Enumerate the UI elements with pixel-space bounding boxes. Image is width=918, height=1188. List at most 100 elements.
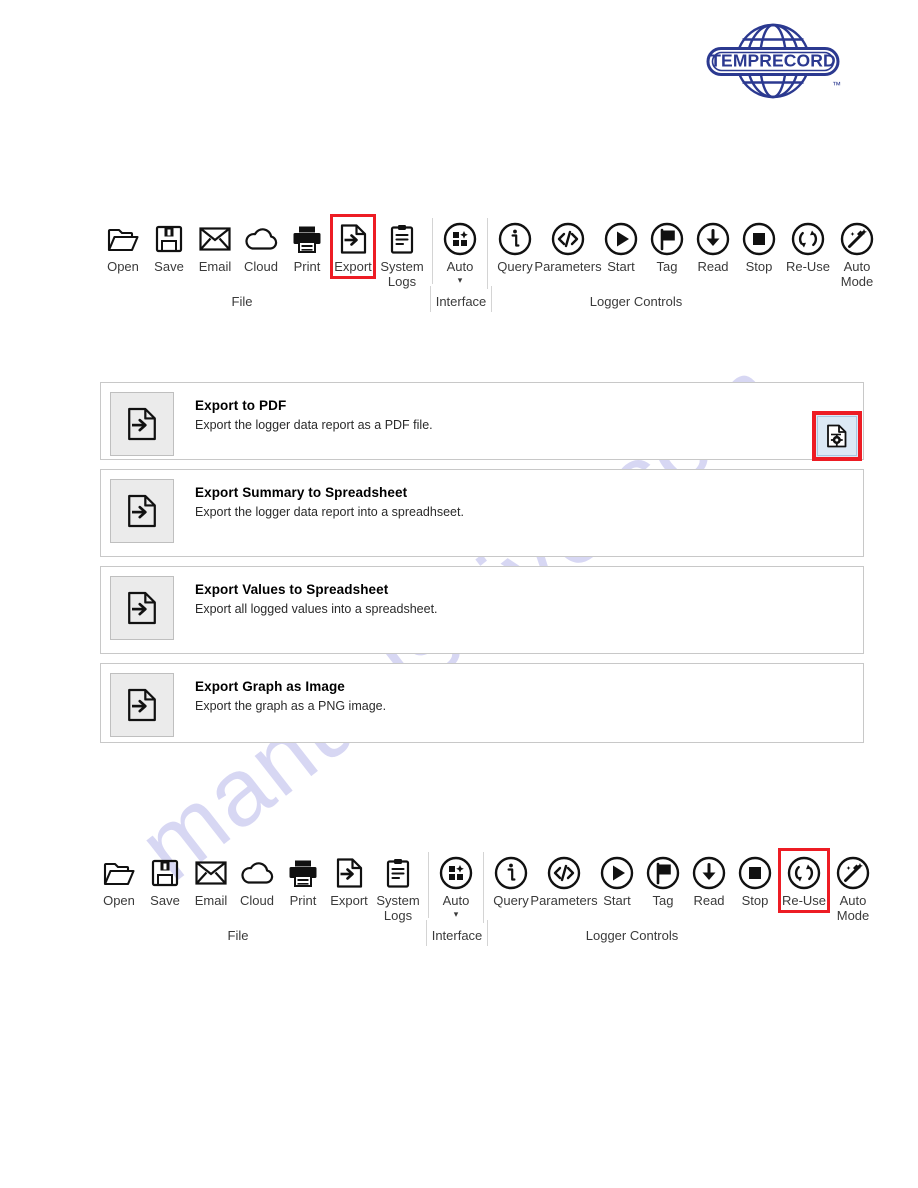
ribbon-button-system-logs[interactable]: System Logs <box>376 218 428 289</box>
export-document-icon <box>110 673 174 737</box>
open-folder-icon <box>107 220 139 258</box>
ribbon-button-save[interactable]: Save <box>142 852 188 909</box>
ribbon-button-open[interactable]: Open <box>96 852 142 909</box>
export-option-description: Export the graph as a PNG image. <box>195 699 387 713</box>
ribbon-button-email[interactable]: Email <box>188 852 234 909</box>
pdf-settings-button[interactable] <box>812 411 862 461</box>
ribbon-button-print[interactable]: Print <box>284 218 330 275</box>
flag-circle-icon <box>646 854 680 892</box>
ribbon-button-save[interactable]: Save <box>146 218 192 275</box>
ribbon-button-label: Tag <box>652 893 674 908</box>
ribbon-button-cloud[interactable]: Cloud <box>238 218 284 275</box>
export-document-icon <box>340 220 367 258</box>
ribbon-button-query[interactable]: Query <box>492 218 538 275</box>
svg-text:TEMPRECORD: TEMPRECORD <box>710 51 835 71</box>
export-document-icon <box>336 854 363 892</box>
export-option-summary-spreadsheet[interactable]: Export Summary to Spreadsheet Export the… <box>100 469 864 557</box>
ribbon-button-re-use[interactable]: Re-Use <box>782 218 834 275</box>
ribbon-button-label: Auto Mode <box>836 893 870 923</box>
envelope-icon <box>195 854 227 892</box>
export-option-text: Export Values to Spreadsheet Export all … <box>195 576 438 618</box>
ribbon-button-system-logs[interactable]: System Logs <box>372 852 424 923</box>
ribbon-button-label: Start <box>603 893 631 908</box>
ribbon-button-label: Save <box>154 259 184 274</box>
ribbon-group-logger-controls: Query Parameters Start Tag Read Stop Re-… <box>487 218 884 289</box>
flag-circle-icon <box>650 220 684 258</box>
printer-icon <box>288 854 318 892</box>
ribbon-button-re-use[interactable]: Re-Use <box>778 848 830 912</box>
ribbon-button-tag[interactable]: Tag <box>644 218 690 275</box>
cloud-icon <box>240 854 274 892</box>
ribbon-button-export[interactable]: Export <box>326 852 372 909</box>
ribbon-button-label: Open <box>107 259 139 274</box>
ribbon-button-cloud[interactable]: Cloud <box>234 852 280 909</box>
ribbon-button-auto-mode[interactable]: Auto Mode <box>830 852 876 923</box>
group-label-logger-controls: Logger Controls <box>585 928 679 943</box>
temprecord-logo: TEMPRECORD ™ <box>700 22 846 104</box>
ribbon-button-print[interactable]: Print <box>280 852 326 909</box>
ribbon-button-label: Cloud <box>240 893 274 908</box>
pdf-settings-button-inner <box>817 416 857 456</box>
export-option-graph-image[interactable]: Export Graph as Image Export the graph a… <box>100 663 864 743</box>
ribbon-button-parameters[interactable]: Parameters <box>530 852 598 909</box>
printer-icon <box>292 220 322 258</box>
ribbon-toolbar-top: Open Save Email Cloud Print Export Syste… <box>96 214 873 318</box>
ribbon-button-label: Print <box>293 259 321 274</box>
group-separator <box>491 286 492 312</box>
ribbon-button-auto[interactable]: Auto ▾ <box>433 852 479 918</box>
ribbon-button-auto-mode[interactable]: Auto Mode <box>834 218 880 289</box>
export-option-pdf[interactable]: Export to PDF Export the logger data rep… <box>100 382 864 460</box>
ribbon-button-parameters[interactable]: Parameters <box>534 218 602 275</box>
ribbon-button-query[interactable]: Query <box>488 852 534 909</box>
floppy-disk-icon <box>155 220 183 258</box>
ribbon-button-read[interactable]: Read <box>690 218 736 275</box>
ribbon-group-file: Open Save Email Cloud Print Export Syste… <box>92 852 428 923</box>
ribbon-button-label: Auto Mode <box>840 259 874 289</box>
export-document-icon <box>110 392 174 456</box>
export-options-list: Export to PDF Export the logger data rep… <box>100 382 864 752</box>
chevron-down-icon[interactable]: ▾ <box>454 909 459 918</box>
ribbon-button-label: Stop <box>741 893 769 908</box>
trademark-symbol: ™ <box>832 80 841 90</box>
ribbon-groups: Open Save Email Cloud Print Export Syste… <box>96 214 873 290</box>
envelope-icon <box>199 220 231 258</box>
ribbon-button-tag[interactable]: Tag <box>640 852 686 909</box>
ribbon-button-label: Export <box>334 259 372 274</box>
export-option-values-spreadsheet[interactable]: Export Values to Spreadsheet Export all … <box>100 566 864 654</box>
export-document-icon <box>110 576 174 640</box>
ribbon-button-open[interactable]: Open <box>100 218 146 275</box>
ribbon-button-stop[interactable]: Stop <box>736 218 782 275</box>
ribbon-button-label: Start <box>607 259 635 274</box>
ribbon-button-read[interactable]: Read <box>686 852 732 909</box>
ribbon-button-export[interactable]: Export <box>330 214 376 278</box>
export-option-title: Export Summary to Spreadsheet <box>195 485 408 500</box>
ribbon-group-labels: File Interface Logger Controls <box>96 286 822 314</box>
ribbon-button-start[interactable]: Start <box>598 218 644 275</box>
ribbon-button-email[interactable]: Email <box>192 218 238 275</box>
ribbon-button-auto[interactable]: Auto ▾ <box>437 218 483 284</box>
ribbon-groups: Open Save Email Cloud Print Export Syste… <box>92 848 869 924</box>
code-circle-icon <box>551 220 585 258</box>
ribbon-button-stop[interactable]: Stop <box>732 852 778 909</box>
ribbon-button-label: Tag <box>656 259 678 274</box>
download-circle-icon <box>692 854 726 892</box>
export-option-title: Export to PDF <box>195 398 287 413</box>
export-option-text: Export to PDF Export the logger data rep… <box>195 392 433 434</box>
ribbon-group-interface: Auto ▾ <box>428 852 483 918</box>
ribbon-group-labels: File Interface Logger Controls <box>92 920 818 948</box>
auto-interface-icon <box>439 854 473 892</box>
ribbon-button-label: System Logs <box>380 259 424 289</box>
ribbon-button-label: Export <box>330 893 368 908</box>
ribbon-button-start[interactable]: Start <box>594 852 640 909</box>
play-circle-icon <box>604 220 638 258</box>
ribbon-button-label: Open <box>103 893 135 908</box>
ribbon-button-label: Parameters <box>534 259 602 274</box>
chevron-down-icon[interactable]: ▾ <box>458 275 463 284</box>
ribbon-group-interface: Auto ▾ <box>432 218 487 284</box>
info-circle-icon <box>494 854 528 892</box>
info-circle-icon <box>498 220 532 258</box>
ribbon-group-logger-controls: Query Parameters Start Tag Read Stop Re-… <box>483 848 880 923</box>
group-separator <box>430 286 431 312</box>
clipboard-icon <box>390 220 414 258</box>
ribbon-button-label: Print <box>289 893 317 908</box>
